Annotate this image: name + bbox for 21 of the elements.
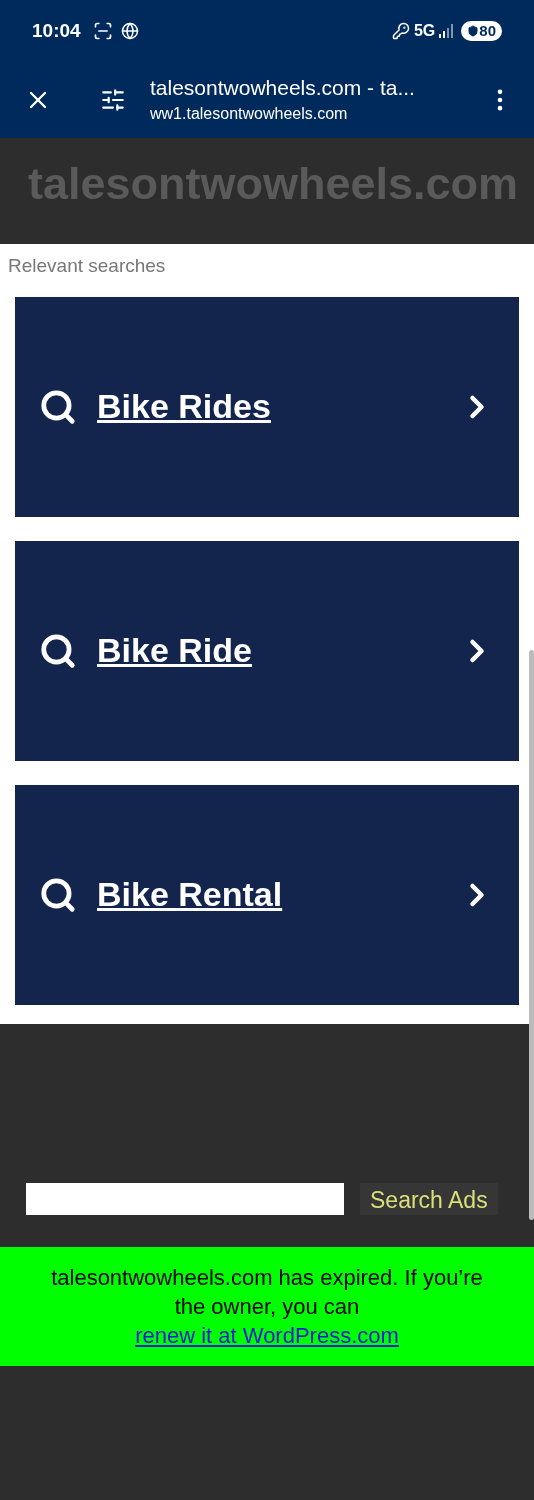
searches-heading: Relevant searches: [7, 254, 167, 278]
key-icon: [391, 22, 410, 40]
search-icon: [39, 631, 77, 670]
search-icon: [39, 387, 77, 426]
renew-link[interactable]: renew it at WordPress.com: [135, 1323, 399, 1348]
network-label: 5G: [413, 21, 436, 41]
expiry-notice: talesontwowheels.com has expired. If you’re the owner, you can renew it at WordPress.com: [50, 1264, 484, 1350]
status-time: 10:04: [32, 18, 81, 43]
page-title: talesontwowheels.com - ta...: [150, 75, 416, 101]
search-ads-button[interactable]: Search Ads: [360, 1183, 498, 1215]
search-link-card[interactable]: Bike Rides: [15, 296, 519, 517]
search-link-card[interactable]: Bike Rental: [15, 784, 519, 1005]
signal-icon: [439, 24, 454, 38]
battery-indicator: 80: [461, 21, 502, 41]
site-settings-button[interactable]: [100, 87, 126, 113]
globe-icon: [120, 22, 139, 40]
screenshot-icon: [92, 21, 113, 41]
search-link-card[interactable]: Bike Ride: [15, 540, 519, 761]
ad-search-field[interactable]: [26, 1183, 344, 1215]
page-url: ww1.talesontwowheels.com: [150, 104, 349, 124]
search-icon: [39, 875, 77, 914]
